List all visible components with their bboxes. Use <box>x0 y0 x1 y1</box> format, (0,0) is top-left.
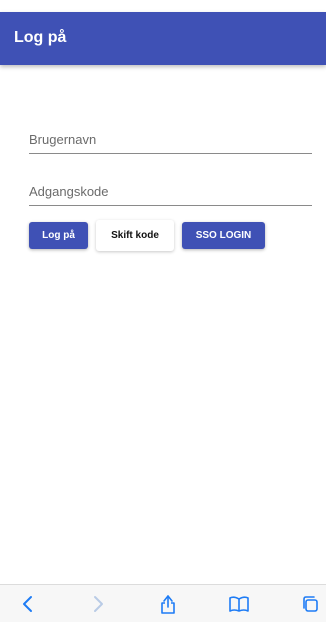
login-screen: Log på Log på Skift kode SSO LOGIN <box>0 0 326 622</box>
tabs-icon[interactable] <box>299 593 321 615</box>
username-underline <box>29 153 312 154</box>
chevron-left-icon[interactable] <box>17 593 39 615</box>
app-bar: Log på <box>0 12 326 65</box>
username-input[interactable] <box>29 132 312 153</box>
page-title: Log på <box>14 28 67 46</box>
login-button[interactable]: Log på <box>29 222 88 249</box>
chevron-right-icon[interactable] <box>87 593 109 615</box>
password-field-wrapper <box>29 183 312 206</box>
status-bar <box>0 0 326 12</box>
password-input[interactable] <box>29 184 312 205</box>
share-icon[interactable] <box>157 593 179 615</box>
sso-login-button[interactable]: SSO LOGIN <box>182 222 265 249</box>
password-underline <box>29 205 312 206</box>
change-code-button[interactable]: Skift kode <box>96 220 174 251</box>
username-field-wrapper <box>29 131 312 154</box>
browser-toolbar <box>0 584 326 622</box>
bookmarks-icon[interactable] <box>228 593 250 615</box>
